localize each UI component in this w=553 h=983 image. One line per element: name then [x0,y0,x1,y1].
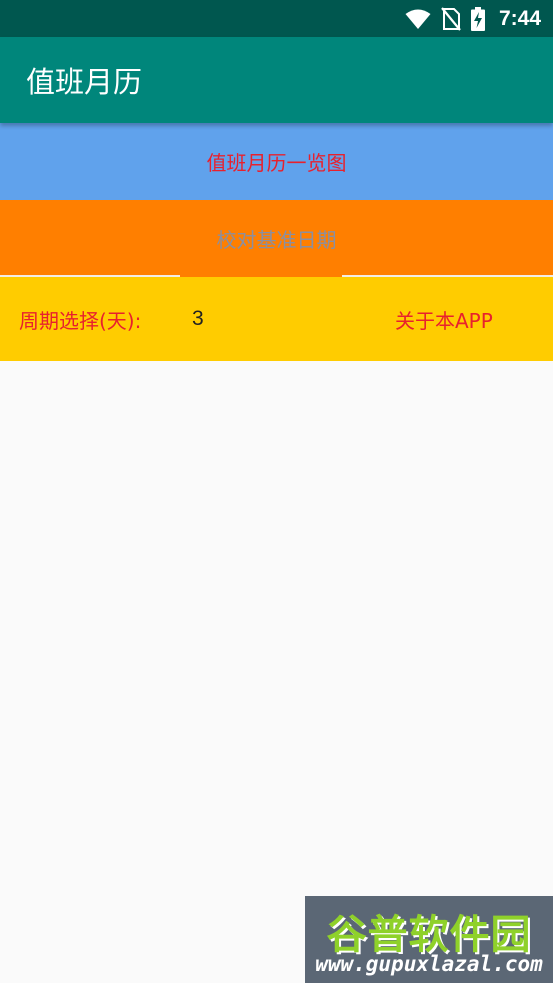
watermark-logo: 谷普软件园 www.gupuxlazal.com [305,896,553,983]
battery-charging-icon [470,6,485,31]
app-title: 值班月历 [26,65,143,99]
period-spinner[interactable]: 3 [192,307,204,331]
calibrate-date-label: 校对基准日期 [216,227,337,252]
app-bar: 值班月历 [0,37,553,123]
content-area [0,361,553,983]
calendar-overview-label: 值班月历一览图 [206,151,347,175]
status-bar: 7:44 [0,0,553,37]
about-app-button[interactable]: 关于本APP [395,305,493,334]
calibrate-date-button[interactable]: 校对基准日期 [0,200,553,276]
wifi-icon [405,8,431,30]
period-row: 周期选择(天): 3 关于本APP [0,277,553,361]
no-sim-icon [441,6,461,31]
period-label: 周期选择(天): [19,308,142,333]
status-clock: 7:44 [498,6,541,30]
calendar-overview-button[interactable]: 值班月历一览图 [0,123,553,200]
watermark-url: www.gupuxlazal.com [315,952,543,976]
